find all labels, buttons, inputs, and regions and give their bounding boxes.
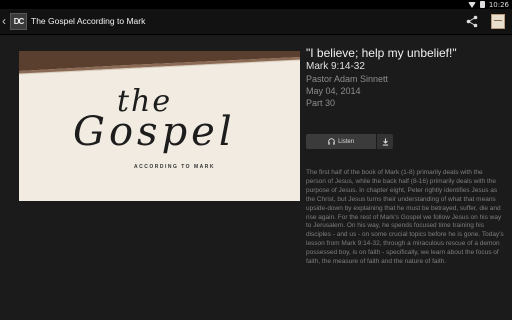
artwork-title-gospel: Gospel <box>73 109 236 155</box>
wifi-icon <box>467 1 476 8</box>
listen-label: Listen <box>338 138 355 145</box>
app-logo[interactable]: DC <box>10 13 27 30</box>
back-chevron-icon[interactable]: ‹ <box>2 13 6 29</box>
download-icon <box>382 138 388 146</box>
status-bar: 10:26 <box>0 0 512 9</box>
pastor-name: Pastor Adam Sinnett <box>306 74 389 84</box>
headphones-icon <box>328 138 335 145</box>
sermon-date: May 04, 2014 <box>306 86 361 96</box>
scripture-reference: Mark 9:14-32 <box>306 61 365 72</box>
app-title: The Gospel According to Mark <box>31 16 146 26</box>
action-buttons: Listen <box>306 134 393 149</box>
series-artwork: the Gospel ACCORDING TO MARK <box>19 51 300 201</box>
series-thumbnail[interactable] <box>491 14 505 29</box>
status-time: 10:26 <box>488 0 509 9</box>
battery-icon <box>479 1 485 8</box>
app-bar: ‹ DC The Gospel According to Mark <box>0 9 512 35</box>
sermon-title: "I believe; help my unbelief!" <box>306 46 457 60</box>
artwork-subtitle: ACCORDING TO MARK <box>134 164 215 170</box>
share-icon[interactable] <box>466 15 478 28</box>
sermon-part: Part 30 <box>306 98 336 108</box>
listen-button[interactable]: Listen <box>306 134 377 149</box>
sermon-info: "I believe; help my unbelief!" Mark 9:14… <box>306 46 506 109</box>
sermon-description: The first half of the book of Mark (1-8)… <box>306 169 504 266</box>
download-button[interactable] <box>377 134 393 149</box>
